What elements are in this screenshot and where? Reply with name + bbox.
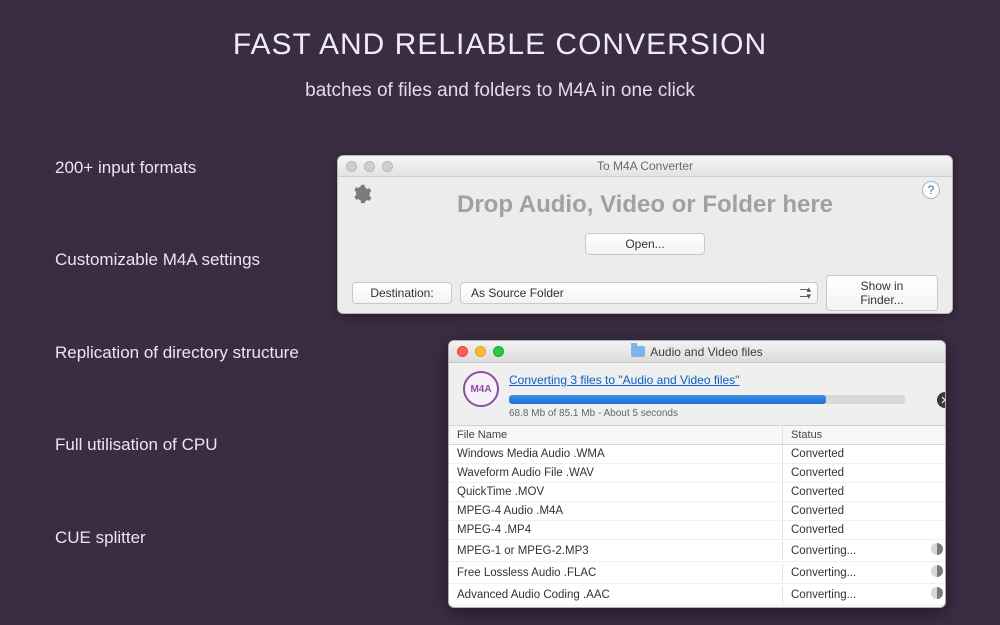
spinner-icon [931, 565, 943, 577]
spinner-icon [931, 587, 943, 599]
hero-subtitle: batches of files and folders to M4A in o… [0, 80, 1000, 102]
file-table-body: Windows Media Audio .WMAConvertedWavefor… [449, 445, 945, 606]
table-row[interactable]: Advanced Audio Coding .AACConverting... [449, 584, 945, 606]
drop-window-title: To M4A Converter [338, 159, 952, 173]
drop-instruction: Drop Audio, Video or Folder here [352, 191, 938, 219]
progress-window: Audio and Video files M4A Converting 3 f… [448, 340, 946, 608]
file-busy-indicator [923, 584, 945, 605]
progress-bar-fill [509, 395, 826, 404]
destination-select[interactable]: As Source Folder ▴▾ [460, 282, 818, 304]
column-header-status[interactable]: Status [783, 426, 923, 444]
open-button[interactable]: Open... [585, 233, 705, 255]
feature-item: Customizable M4A settings [55, 250, 299, 270]
file-status-cell: Converted [783, 464, 923, 482]
file-status-cell: Converting... [783, 586, 923, 604]
spinner-icon [931, 543, 943, 555]
table-row[interactable]: MPEG-1 or MPEG-2.MP3Converting... [449, 540, 945, 562]
folder-icon [631, 346, 645, 357]
file-name-cell: Free Lossless Audio .FLAC [449, 564, 783, 582]
file-status-cell: Converted [783, 445, 923, 463]
file-status-cell: Converting... [783, 542, 923, 560]
hero-title: FAST AND RELIABLE CONVERSION [0, 0, 1000, 62]
progress-status-text: 68.8 Mb of 85.1 Mb - About 5 seconds [509, 408, 931, 419]
converting-link[interactable]: Converting 3 files to "Audio and Video f… [509, 373, 739, 387]
table-row[interactable]: QuickTime .MOVConverted [449, 483, 945, 502]
file-status-cell: Converting... [783, 564, 923, 582]
file-name-cell: Waveform Audio File .WAV [449, 464, 783, 482]
feature-item: CUE splitter [55, 528, 299, 548]
progress-window-title: Audio and Video files [650, 345, 763, 359]
drop-window: To M4A Converter ? Drop Audio, Video or … [337, 155, 953, 314]
file-busy-indicator [923, 527, 945, 533]
table-row[interactable]: Free Lossless Audio .FLACConverting... [449, 562, 945, 584]
m4a-badge-icon: M4A [463, 371, 499, 407]
table-row[interactable]: Waveform Audio File .WAVConverted [449, 464, 945, 483]
file-table-header: File Name Status [449, 426, 945, 445]
destination-button[interactable]: Destination: [352, 282, 452, 304]
feature-item: Full utilisation of CPU [55, 435, 299, 455]
progress-area: M4A Converting 3 files to "Audio and Vid… [449, 363, 945, 426]
chevron-updown-icon: ▴▾ [806, 286, 811, 300]
file-busy-indicator [923, 470, 945, 476]
help-icon[interactable]: ? [922, 181, 940, 199]
file-busy-indicator [923, 562, 945, 583]
progress-window-titlebar: Audio and Video files [449, 341, 945, 363]
file-busy-indicator [923, 540, 945, 561]
file-name-cell: Advanced Audio Coding .AAC [449, 586, 783, 604]
file-busy-indicator [923, 508, 945, 514]
table-row[interactable]: MPEG-4 .MP4Converted [449, 521, 945, 540]
destination-select-value: As Source Folder [471, 286, 564, 300]
gear-icon[interactable] [350, 183, 372, 205]
table-row[interactable]: Windows Media Audio .WMAConverted [449, 445, 945, 464]
file-name-cell: Windows Media Audio .WMA [449, 445, 783, 463]
file-name-cell: MPEG-4 Audio .M4A [449, 502, 783, 520]
feature-item: 200+ input formats [55, 158, 299, 178]
file-name-cell: MPEG-1 or MPEG-2.MP3 [449, 542, 783, 560]
column-header-name[interactable]: File Name [449, 426, 783, 444]
file-busy-indicator [923, 489, 945, 495]
progress-bar [509, 395, 905, 404]
file-status-cell: Converted [783, 483, 923, 501]
file-name-cell: QuickTime .MOV [449, 483, 783, 501]
drop-window-titlebar: To M4A Converter [338, 156, 952, 177]
cancel-icon[interactable]: ✕ [937, 392, 946, 408]
feature-list: 200+ input formats Customizable M4A sett… [55, 158, 299, 620]
file-status-cell: Converted [783, 521, 923, 539]
file-status-cell: Converted [783, 502, 923, 520]
file-busy-indicator [923, 451, 945, 457]
file-name-cell: MPEG-4 .MP4 [449, 521, 783, 539]
show-in-finder-button[interactable]: Show in Finder... [826, 275, 938, 311]
table-row[interactable]: MPEG-4 Audio .M4AConverted [449, 502, 945, 521]
feature-item: Replication of directory structure [55, 343, 299, 363]
